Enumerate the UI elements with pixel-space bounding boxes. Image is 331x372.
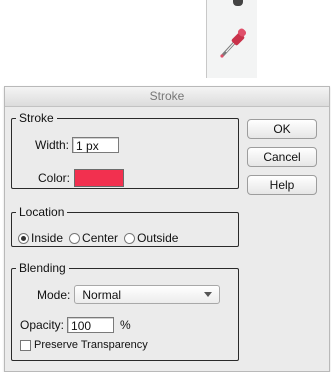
radio-icon bbox=[69, 232, 81, 244]
tool-icon-partial bbox=[233, 0, 243, 6]
tool-panel bbox=[206, 0, 257, 78]
preserve-transparency-checkbox[interactable] bbox=[20, 339, 31, 351]
radio-icon bbox=[124, 232, 136, 244]
blending-legend: Blending bbox=[19, 261, 66, 275]
opacity-input[interactable]: 100 bbox=[67, 317, 115, 333]
location-inside-radio[interactable]: Inside bbox=[18, 231, 63, 245]
mode-select[interactable]: Normal bbox=[74, 285, 221, 304]
opacity-label: Opacity: bbox=[20, 318, 65, 332]
mode-value: Normal bbox=[82, 287, 122, 302]
location-legend: Location bbox=[19, 205, 65, 219]
eyedropper-icon[interactable] bbox=[217, 26, 251, 60]
ok-button[interactable]: OK bbox=[247, 119, 317, 139]
color-label: Color: bbox=[38, 171, 71, 185]
location-inside-label: Inside bbox=[31, 231, 64, 245]
opacity-unit: % bbox=[120, 318, 131, 332]
width-input[interactable]: 1 px bbox=[72, 137, 120, 153]
stroke-legend: Stroke bbox=[19, 111, 54, 125]
location-outside-radio[interactable]: Outside bbox=[124, 231, 178, 245]
cancel-button[interactable]: Cancel bbox=[247, 147, 317, 167]
preserve-transparency-label: Preserve Transparency bbox=[34, 339, 148, 351]
location-outside-label: Outside bbox=[137, 231, 179, 245]
radio-selected-icon bbox=[18, 232, 29, 244]
mode-label: Mode: bbox=[37, 287, 71, 302]
stroke-dialog: Stroke Stroke Width: 1 px Color: Locatio… bbox=[4, 86, 330, 372]
chevron-down-icon bbox=[204, 292, 213, 297]
location-center-label: Center bbox=[82, 231, 119, 245]
dialog-title: Stroke bbox=[5, 87, 329, 107]
width-label: Width: bbox=[35, 138, 70, 152]
location-center-radio[interactable]: Center bbox=[69, 231, 118, 245]
color-swatch[interactable] bbox=[74, 169, 125, 187]
help-button[interactable]: Help bbox=[247, 175, 317, 195]
